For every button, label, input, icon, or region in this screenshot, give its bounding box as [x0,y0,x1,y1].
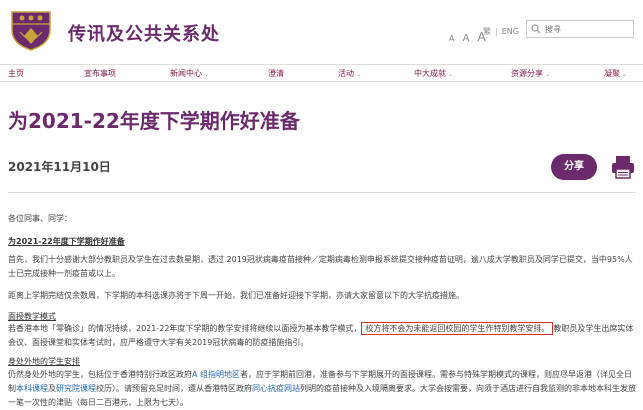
paragraph: 首先，我们十分感谢大部分教职员及学生在过去数星期，透过 2019冠状病毒疫苗接种… [8,255,633,278]
section-heading: 身处外地的学生安排 [8,357,80,366]
undergrad-programmes-link[interactable]: 本科课程 [16,384,48,393]
nav-item-community[interactable]: 凝聚 ⌄ [604,68,627,79]
share-button[interactable]: 分享 [551,154,597,180]
nav-item-label: 活动 [338,69,354,78]
search-box [526,20,634,38]
nav-item-events[interactable]: 活动 ⌄ [338,68,361,79]
nav-item-label: 主页 [8,69,24,78]
nav-item-announcements[interactable]: 宣布事项 [84,68,116,79]
paragraph: 距离上学期完结仅余数周，下学期的本科选课亦将于下周一开始，我们已准备好迎接下学期… [8,291,464,300]
article-date: 2021年11月10日 [8,160,111,174]
site-title[interactable]: 传讯及公共关系处 [68,20,220,46]
font-size-medium-button[interactable]: A [463,33,470,44]
lang-traditional-link[interactable]: 繁 [483,27,491,36]
paragraph-text: 仍然身处外地的学生，包括位于香港特别行政区政府 [8,370,192,379]
language-switcher: 繁 | ENG [483,26,519,37]
main-nav: 主页 宣布事项 新闻中心 ⌄ 澄清 活动 ⌄ 中大成就 ⌄ 资源分享 ⌄ 凝聚 ⌄ [0,64,643,82]
lang-english-link[interactable]: ENG [502,27,519,36]
section-heading: 为2021-22年度下学期作好准备 [8,237,125,246]
nav-item-achievements[interactable]: 中大成就 ⌄ [414,68,453,79]
chevron-down-icon: ⌄ [448,71,454,78]
paragraph: 仍然身处外地的学生，包括位于香港特别行政区政府A 组指明地区者，应于学期前回港，… [8,368,636,410]
designated-areas-link[interactable]: A 组指明地区 [192,370,240,379]
page-title: 为2021-22年度下学期作好准备 [8,109,300,133]
chevron-down-icon: ⌄ [545,71,551,78]
search-input[interactable] [545,22,631,36]
greeting: 各位同事、同学： [8,214,72,223]
nav-item-label: 澄清 [268,69,284,78]
nav-item-label: 凝聚 [604,69,620,78]
nav-item-resources[interactable]: 资源分享 ⌄ [511,68,550,79]
chevron-down-icon: ⌄ [356,71,362,78]
nav-item-newsroom[interactable]: 新闻中心 ⌄ [170,68,209,79]
nav-item-home[interactable]: 主页 [8,68,24,79]
nav-item-label: 中大成就 [414,69,446,78]
university-logo[interactable] [8,6,54,52]
lang-divider: | [495,27,498,36]
highlighted-text: 校方将不会为未能返回校园的学生作特别教学安排。 [361,322,554,335]
chevron-down-icon: ⌄ [622,71,628,78]
paragraph-text: 校历）。请预留充足时间，遵从香港特区政府 [96,384,252,393]
postgrad-programmes-link[interactable]: 研究院课程 [56,384,96,393]
chevron-down-icon: ⌄ [204,71,210,78]
paragraph-text: 若香港本地「零确诊」的情况持续，2021-22年度下学期的教学安排将继续以面授为… [8,324,362,333]
site-header: 传讯及公共关系处 A A A 繁 | ENG [0,0,643,64]
divider [8,192,636,193]
nav-item-label: 宣布事项 [84,69,116,78]
nav-item-clarifications[interactable]: 澄清 [268,68,284,79]
paragraph-text: 及 [48,384,56,393]
nav-item-label: 新闻中心 [170,69,202,78]
printer-icon[interactable] [610,154,636,180]
nav-item-label: 资源分享 [511,69,543,78]
font-size-small-button[interactable]: A [449,34,454,43]
anti-epidemic-website-link[interactable]: 同心抗疫网站 [252,384,300,393]
search-icon[interactable] [531,24,541,34]
paragraph: 若香港本地「零确诊」的情况持续，2021-22年度下学期的教学安排将继续以面授为… [8,322,636,350]
